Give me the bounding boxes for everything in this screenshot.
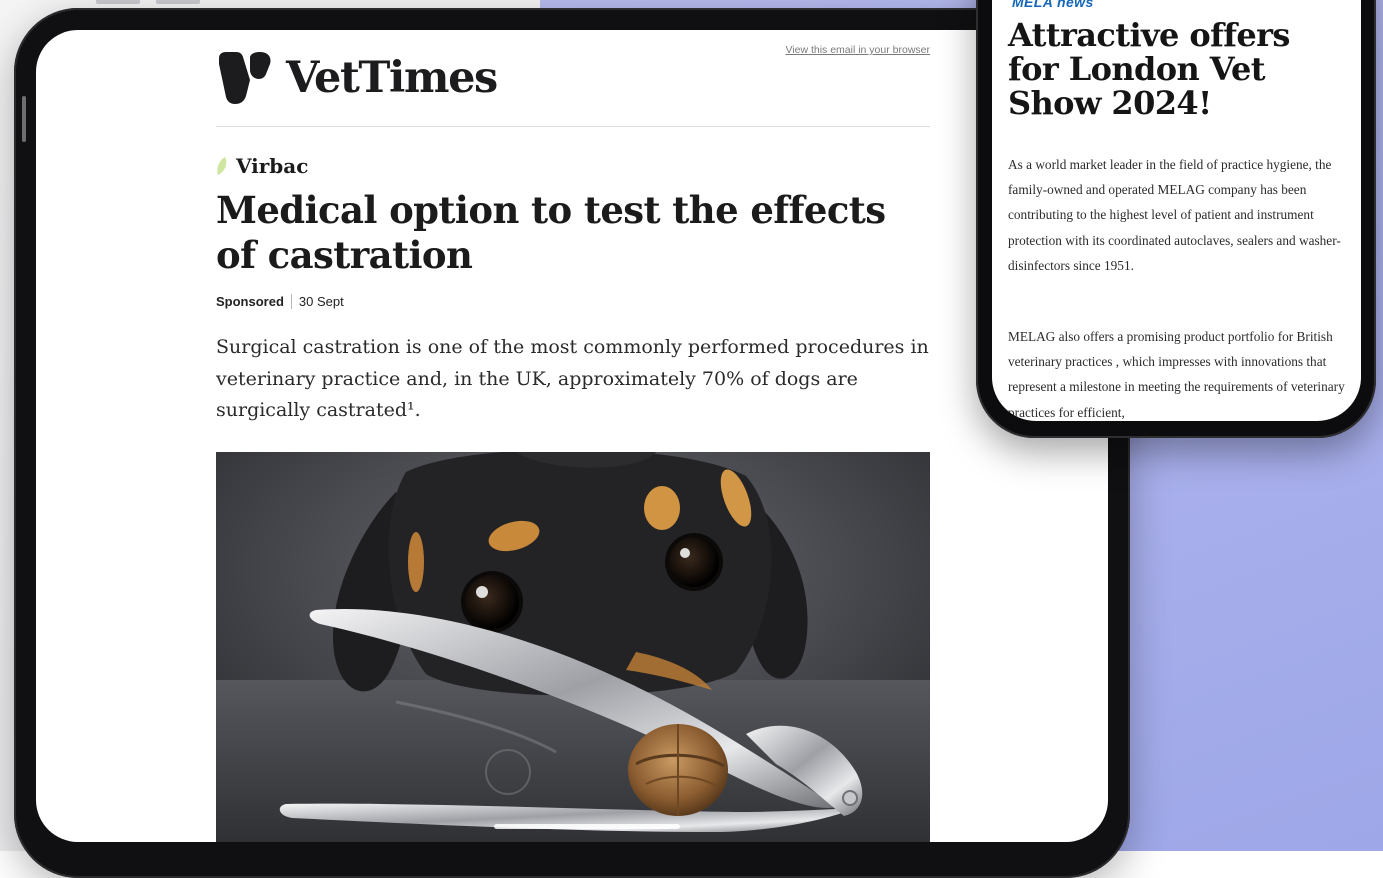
tablet-screen: View this email in your browser VetTimes…: [36, 30, 1108, 842]
tablet-side-button: [22, 96, 26, 142]
home-indicator: [494, 824, 680, 829]
view-in-browser-link[interactable]: View this email in your browser: [785, 44, 930, 56]
newsletter-section-label: MELA news: [1012, 0, 1094, 10]
article-headline[interactable]: Medical option to test the effects of ca…: [216, 188, 916, 278]
tablet-device: View this email in your browser VetTimes…: [14, 8, 1130, 878]
masthead-divider: [216, 126, 930, 127]
brand-name: VetTimes: [286, 53, 498, 103]
newsletter-headline[interactable]: Attractive offers for London Vet Show 20…: [1008, 18, 1348, 120]
phone-screen: MELA news Attractive offers for London V…: [992, 0, 1361, 421]
top-edge-tab: [96, 0, 140, 4]
article-meta: Sponsored 30 Sept: [216, 294, 344, 309]
meta-separator: [290, 294, 292, 309]
leaf-icon: [217, 157, 227, 175]
article-date: 30 Sept: [298, 294, 344, 309]
vettimes-logo-icon: [219, 52, 271, 104]
newsletter-paragraph: As a world market leader in the field of…: [1008, 157, 1341, 273]
newsletter-paragraph: MELAG also offers a promising product po…: [1008, 329, 1345, 420]
top-edge-tab: [156, 0, 200, 4]
phone-device: MELA news Attractive offers for London V…: [976, 0, 1376, 438]
puppy-nutcracker-illustration: [216, 452, 930, 842]
sponsor-row: Virbac: [216, 154, 308, 178]
sponsor-name: Virbac: [236, 154, 309, 178]
article-lede: Surgical castration is one of the most c…: [216, 336, 929, 421]
hero-image[interactable]: [216, 452, 930, 842]
masthead[interactable]: VetTimes: [216, 52, 498, 104]
sponsored-tag: Sponsored: [216, 294, 284, 309]
